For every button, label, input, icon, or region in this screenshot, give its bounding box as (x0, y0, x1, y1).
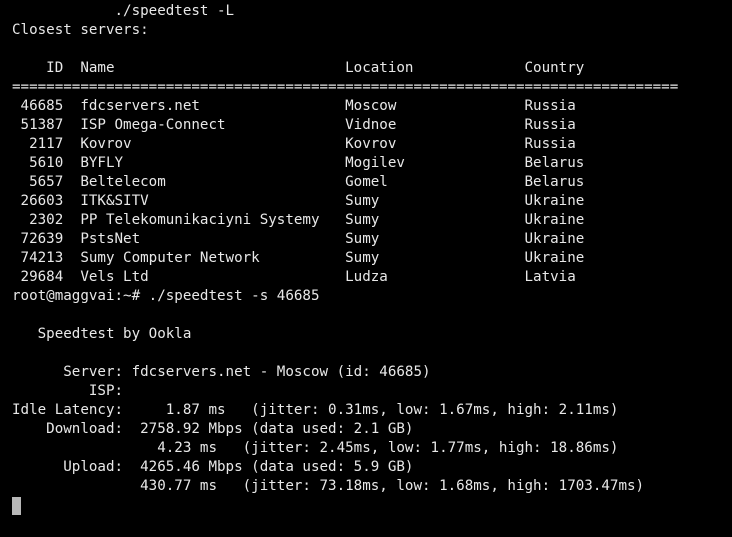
terminal-line: Closest servers: (12, 22, 149, 38)
terminal-line: 72639 PstsNet Sumy Ukraine (12, 231, 585, 247)
terminal-line: 29684 Vels Ltd Ludza Latvia (12, 269, 576, 285)
terminal-line: root@maggvai:~# ./speedtest -s 46685 (12, 288, 320, 304)
terminal-line: 5657 Beltelecom Gomel Belarus (12, 174, 585, 190)
terminal-line: 4.23 ms (jitter: 2.45ms, low: 1.77ms, hi… (12, 440, 619, 456)
terminal-line: Server: fdcservers.net - Moscow (id: 466… (12, 364, 431, 380)
terminal-line: 74213 Sumy Computer Network Sumy Ukraine (12, 250, 585, 266)
terminal-line: Download: 2758.92 Mbps (data used: 2.1 G… (12, 421, 414, 437)
terminal-line: 51387 ISP Omega-Connect Vidnoe Russia (12, 117, 576, 133)
terminal-line: 2117 Kovrov Kovrov Russia (12, 136, 576, 152)
terminal-line: 430.77 ms (jitter: 73.18ms, low: 1.68ms,… (12, 478, 645, 494)
terminal-line: 2302 PP Telekomunikaciyni Systemy Sumy U… (12, 212, 585, 228)
text-cursor (12, 497, 21, 515)
terminal-line: Upload: 4265.46 Mbps (data used: 5.9 GB) (12, 459, 414, 475)
terminal-line: 46685 fdcservers.net Moscow Russia (12, 98, 576, 114)
terminal-line: ========================================… (12, 79, 679, 95)
terminal-line: ./speedtest -L (12, 3, 235, 19)
terminal-line (12, 496, 728, 515)
terminal-line: Idle Latency: 1.87 ms (jitter: 0.31ms, l… (12, 402, 619, 418)
terminal-line: ISP: (12, 383, 124, 399)
terminal-line: 26603 ITK&SITV Sumy Ukraine (12, 193, 585, 209)
terminal-line: 5610 BYFLY Mogilev Belarus (12, 155, 585, 171)
terminal-line: Speedtest by Ookla (12, 326, 192, 342)
terminal-output[interactable]: ./speedtest -L Closest servers: ID Name L… (12, 2, 728, 515)
terminal-line: ID Name Location Country (12, 60, 585, 76)
